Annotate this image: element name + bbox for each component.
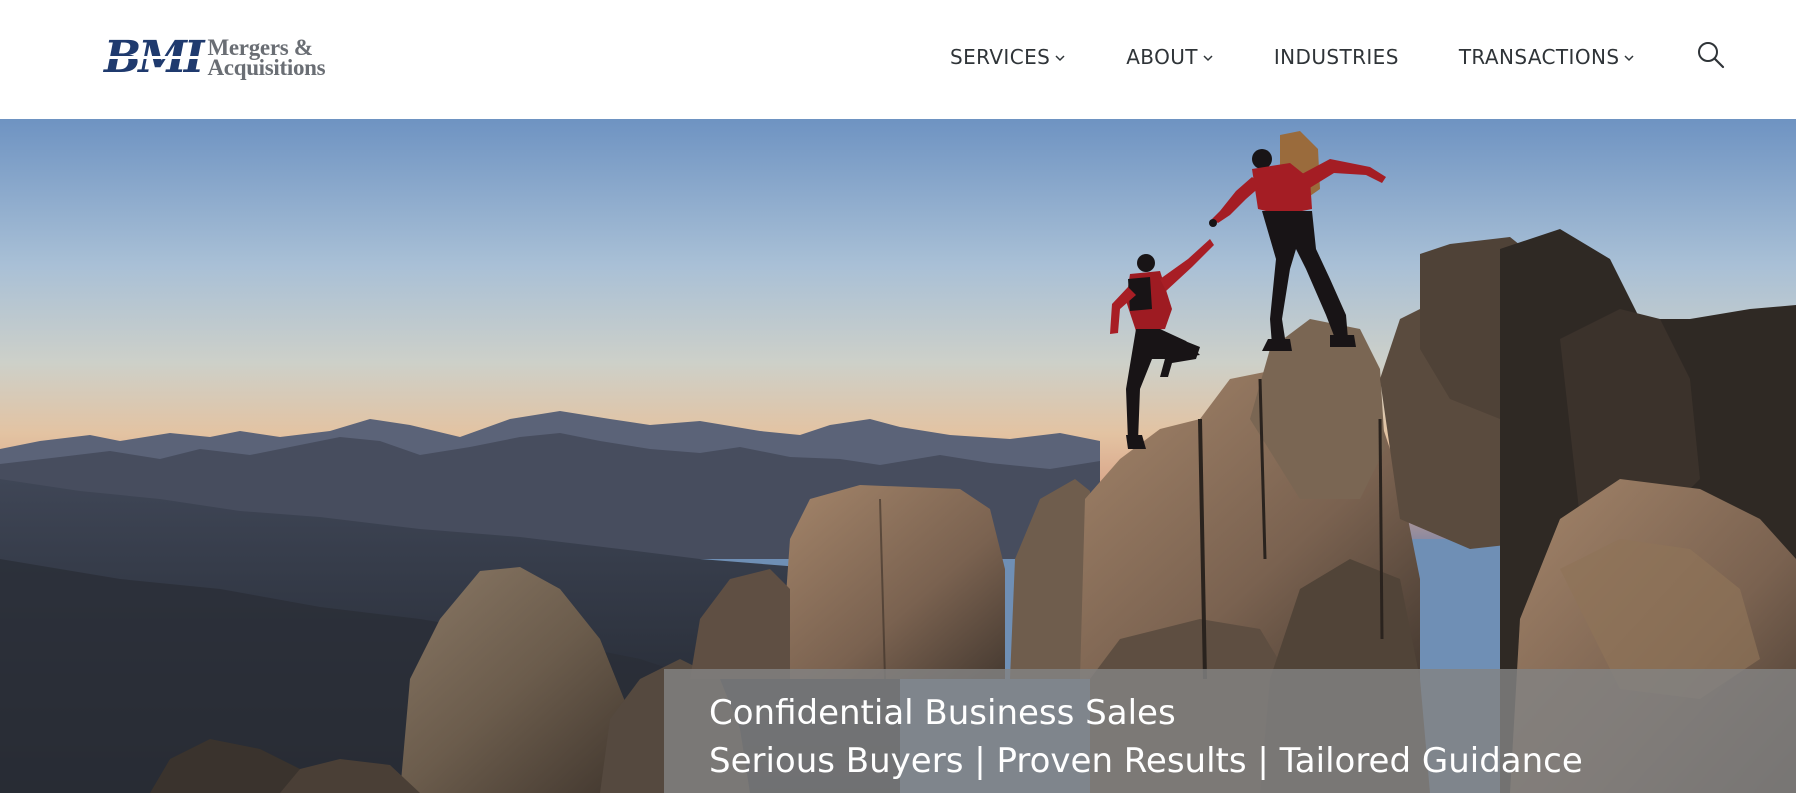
logo-mark: BMI — [104, 32, 204, 83]
hero-caption-line-1: Confidential Business Sales — [709, 693, 1176, 733]
nav-item-transactions[interactable]: TRANSACTIONS — [1459, 45, 1636, 69]
chevron-down-icon — [1203, 55, 1213, 62]
nav-item-services[interactable]: SERVICES — [950, 45, 1066, 69]
chevron-down-icon — [1055, 55, 1065, 62]
nav-label: SERVICES — [950, 45, 1051, 69]
hero-caption-line-2: Serious Buyers | Proven Results | Tailor… — [709, 741, 1583, 781]
nav-label: TRANSACTIONS — [1458, 45, 1620, 69]
brand-logo[interactable]: BMI Mergers & Acquisitions — [104, 32, 330, 84]
main-nav: SERVICES ABOUT INDUSTRIES TRANSACTIONS — [950, 40, 1635, 74]
nav-label: INDUSTRIES — [1273, 45, 1399, 69]
nav-label: ABOUT — [1126, 45, 1198, 69]
site-header: BMI Mergers & Acquisitions SERVICES ABOU… — [0, 0, 1796, 119]
hero-caption: Confidential Business Sales Serious Buye… — [664, 669, 1796, 793]
search-icon[interactable] — [1696, 40, 1726, 70]
logo-line-2: Acquisitions — [207, 55, 326, 80]
nav-item-industries[interactable]: INDUSTRIES — [1274, 45, 1399, 69]
nav-item-about[interactable]: ABOUT — [1126, 45, 1214, 69]
chevron-down-icon — [1624, 55, 1634, 62]
hero-banner: Confidential Business Sales Serious Buye… — [0, 119, 1796, 793]
logo-wordmark: Mergers & Acquisitions — [207, 36, 326, 80]
